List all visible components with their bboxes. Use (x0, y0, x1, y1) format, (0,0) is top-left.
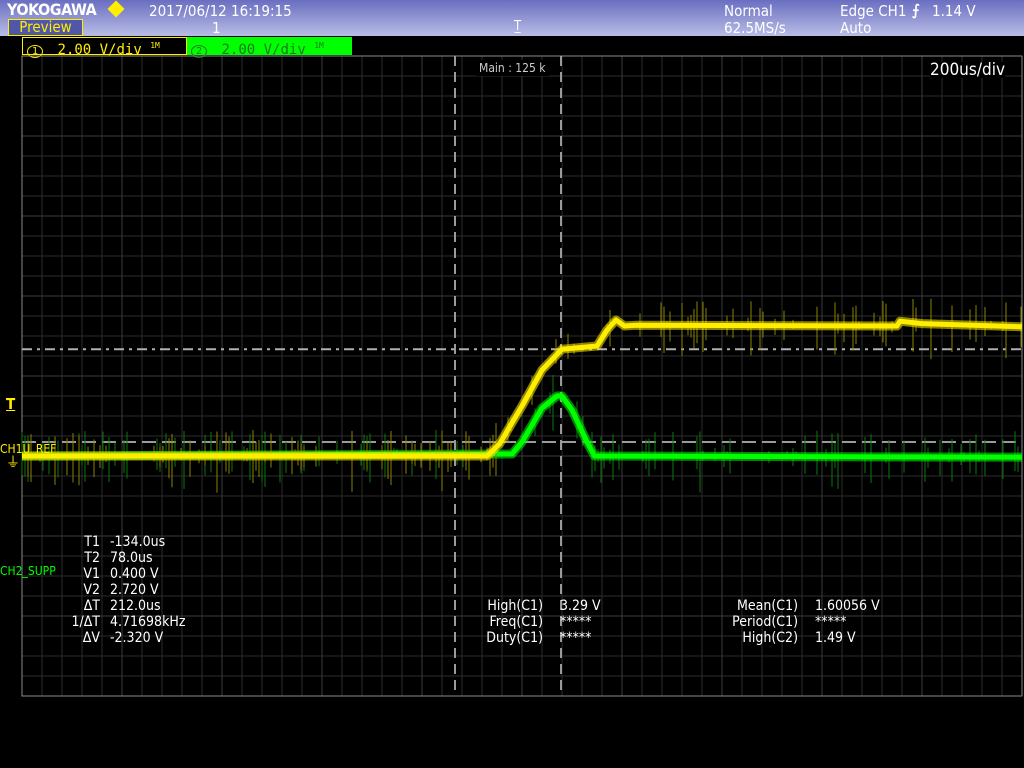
trigger-level-marker[interactable]: T (6, 396, 15, 412)
measurement-value: ***** (560, 630, 592, 646)
cursor-value: 212.0us (110, 598, 161, 614)
cursor-label: ΔT (83, 598, 100, 614)
cursor-value: -2.320 V (110, 630, 164, 646)
waveform-display[interactable] (0, 0, 1024, 768)
cursor-label: 1/ΔT (71, 614, 100, 630)
measurement-label: Freq(C1) (489, 614, 543, 630)
timebase: 200us/div (930, 60, 1006, 80)
measurement-label: High(C1) (487, 598, 543, 614)
cursor-value: 4.71698kHz (110, 614, 186, 630)
measurement-label: Period(C1) (732, 614, 798, 630)
channel-2-label: CH2_SUPP (0, 564, 56, 578)
measurement-value: 1.60056 V (815, 598, 880, 614)
cursor-value: 0.400 V (110, 566, 159, 582)
cursor-label: T1 (84, 534, 100, 550)
measurement-value: 1.49 V (815, 630, 856, 646)
measurement-label: Mean(C1) (737, 598, 798, 614)
cursor-label: V1 (83, 566, 100, 582)
measurement-value: ***** (815, 614, 847, 630)
cursor-value: -134.0us (110, 534, 166, 550)
cursor-value: 78.0us (110, 550, 153, 566)
measurement-value: ***** (560, 614, 592, 630)
ground-icon: ⏚ (6, 455, 20, 471)
measurement-label: Duty(C1) (486, 630, 543, 646)
cursor-value: 2.720 V (110, 582, 159, 598)
cursor-label: T2 (84, 550, 100, 566)
measurement-value: 3.29 V (560, 598, 601, 614)
channel-2-trace-noise (21, 375, 1019, 493)
cursor-label: ΔV (82, 630, 100, 646)
cursor-label: V2 (83, 582, 100, 598)
measurement-label: High(C2) (742, 630, 798, 646)
record-length: Main : 125 k (476, 60, 549, 76)
